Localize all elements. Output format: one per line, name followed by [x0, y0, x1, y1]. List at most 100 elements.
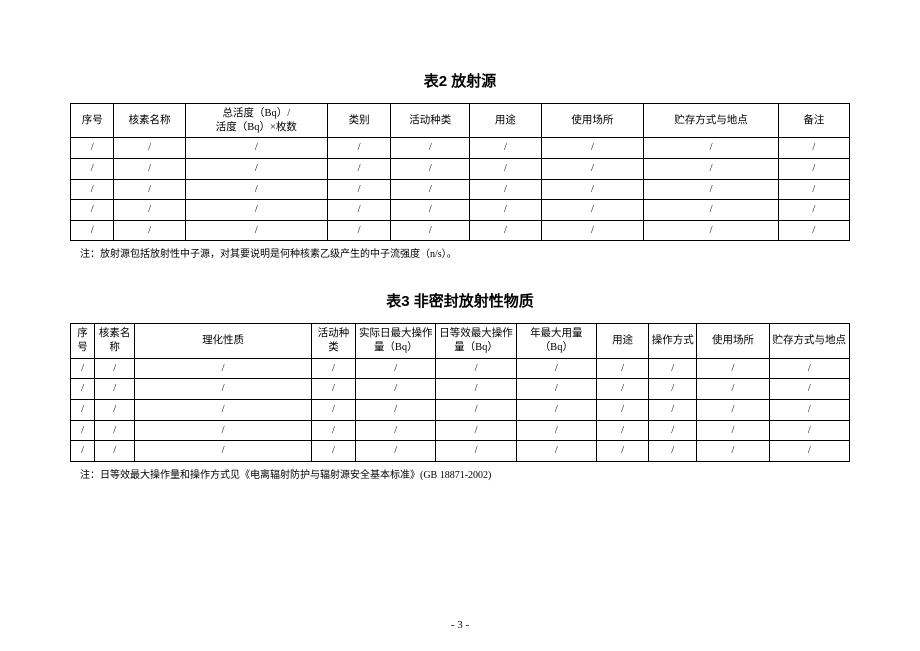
cell: /	[71, 358, 95, 379]
cell: /	[71, 200, 114, 221]
cell: /	[541, 179, 644, 200]
cell: /	[356, 400, 436, 421]
cell: /	[95, 420, 135, 441]
cell: /	[436, 400, 516, 421]
th: 贮存方式与地点	[769, 324, 849, 358]
cell: /	[769, 358, 849, 379]
th: 理化性质	[135, 324, 312, 358]
cell: /	[644, 220, 778, 241]
cell: /	[185, 200, 327, 221]
th: 用途	[596, 324, 648, 358]
th: 使用场所	[697, 324, 769, 358]
cell: /	[71, 441, 95, 462]
th: 活动种类	[391, 104, 470, 138]
table-header-row: 序号 核素名称 理化性质 活动种类 实际日最大操作量（Bq） 日等效最大操作量（…	[71, 324, 850, 358]
cell: /	[697, 420, 769, 441]
cell: /	[596, 400, 648, 421]
th: 实际日最大操作量（Bq）	[356, 324, 436, 358]
cell: /	[71, 138, 114, 159]
cell: /	[71, 179, 114, 200]
cell: /	[95, 400, 135, 421]
cell: /	[644, 158, 778, 179]
table-radiation-source: 序号 核素名称 总活度（Bq）/ 活度（Bq）×枚数 类别 活动种类 用途 使用…	[70, 103, 850, 241]
cell: /	[391, 138, 470, 159]
cell: /	[356, 420, 436, 441]
cell: /	[596, 358, 648, 379]
table-row: ///////////	[71, 358, 850, 379]
cell: /	[356, 441, 436, 462]
cell: /	[328, 200, 391, 221]
cell: /	[391, 200, 470, 221]
cell: /	[356, 358, 436, 379]
cell: /	[649, 441, 697, 462]
cell: /	[356, 379, 436, 400]
table-unsealed-radioactive: 序号 核素名称 理化性质 活动种类 实际日最大操作量（Bq） 日等效最大操作量（…	[70, 323, 850, 461]
cell: /	[311, 400, 355, 421]
th: 备注	[778, 104, 849, 138]
cell: /	[311, 358, 355, 379]
cell: /	[769, 379, 849, 400]
cell: /	[391, 220, 470, 241]
page-number: - 3 -	[0, 619, 920, 631]
th: 使用场所	[541, 104, 644, 138]
cell: /	[470, 138, 541, 159]
cell: /	[71, 379, 95, 400]
cell: /	[185, 158, 327, 179]
cell: /	[328, 138, 391, 159]
cell: /	[649, 379, 697, 400]
cell: /	[114, 138, 185, 159]
th: 贮存方式与地点	[644, 104, 778, 138]
cell: /	[71, 158, 114, 179]
cell: /	[769, 400, 849, 421]
cell: /	[185, 138, 327, 159]
th: 操作方式	[649, 324, 697, 358]
cell: /	[436, 420, 516, 441]
cell: /	[135, 400, 312, 421]
cell: /	[778, 158, 849, 179]
cell: /	[516, 420, 596, 441]
cell: /	[596, 420, 648, 441]
cell: /	[114, 158, 185, 179]
cell: /	[95, 379, 135, 400]
cell: /	[114, 179, 185, 200]
cell: /	[135, 379, 312, 400]
table-row: ///////////	[71, 441, 850, 462]
th: 核素名称	[114, 104, 185, 138]
cell: /	[596, 441, 648, 462]
cell: /	[135, 441, 312, 462]
cell: /	[697, 358, 769, 379]
cell: /	[516, 441, 596, 462]
cell: /	[328, 158, 391, 179]
cell: /	[541, 158, 644, 179]
cell: /	[516, 400, 596, 421]
cell: /	[649, 400, 697, 421]
cell: /	[95, 358, 135, 379]
table-row: ///////////	[71, 420, 850, 441]
th: 序号	[71, 324, 95, 358]
th: 序号	[71, 104, 114, 138]
cell: /	[470, 200, 541, 221]
cell: /	[516, 379, 596, 400]
table2-title: 表2 放射源	[70, 70, 850, 91]
cell: /	[697, 379, 769, 400]
cell: /	[697, 441, 769, 462]
cell: /	[114, 200, 185, 221]
cell: /	[328, 179, 391, 200]
th: 总活度（Bq）/ 活度（Bq）×枚数	[185, 104, 327, 138]
cell: /	[541, 220, 644, 241]
cell: /	[135, 358, 312, 379]
cell: /	[391, 179, 470, 200]
cell: /	[71, 220, 114, 241]
th: 类别	[328, 104, 391, 138]
table-row: /////////	[71, 179, 850, 200]
cell: /	[391, 158, 470, 179]
cell: /	[644, 200, 778, 221]
th: 活动种类	[311, 324, 355, 358]
table3-title: 表3 非密封放射性物质	[70, 290, 850, 311]
cell: /	[114, 220, 185, 241]
table-row: /////////	[71, 158, 850, 179]
table-row: /////////	[71, 138, 850, 159]
cell: /	[311, 420, 355, 441]
cell: /	[769, 441, 849, 462]
cell: /	[436, 358, 516, 379]
